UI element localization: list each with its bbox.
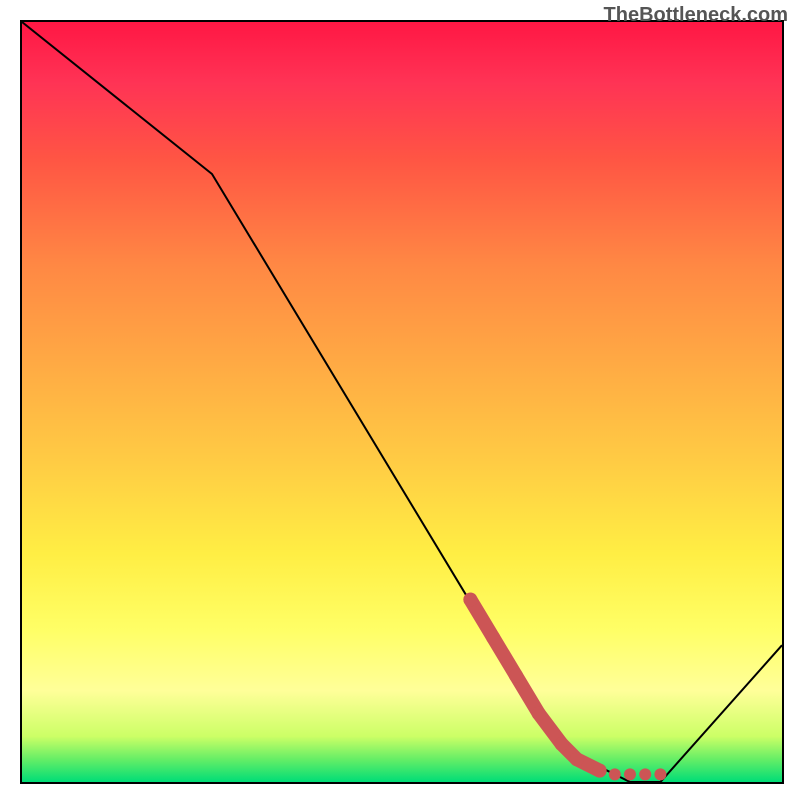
highlight-dot (555, 737, 569, 751)
highlight-dot (624, 768, 636, 780)
highlight-dot (532, 707, 546, 721)
highlight-dot (486, 631, 500, 645)
curve-line (22, 22, 782, 782)
chart-area (20, 20, 784, 784)
highlight-stroke (470, 600, 599, 771)
highlight-dot (593, 764, 607, 778)
chart-svg (22, 22, 782, 782)
watermark-text: TheBottleneck.com (604, 4, 788, 27)
highlight-dot (509, 669, 523, 683)
highlight-dot (463, 593, 477, 607)
highlight-dot (639, 768, 651, 780)
highlight-dots (463, 593, 666, 781)
highlight-dot (570, 752, 584, 766)
highlight-dot (609, 768, 621, 780)
highlight-dot (654, 768, 666, 780)
